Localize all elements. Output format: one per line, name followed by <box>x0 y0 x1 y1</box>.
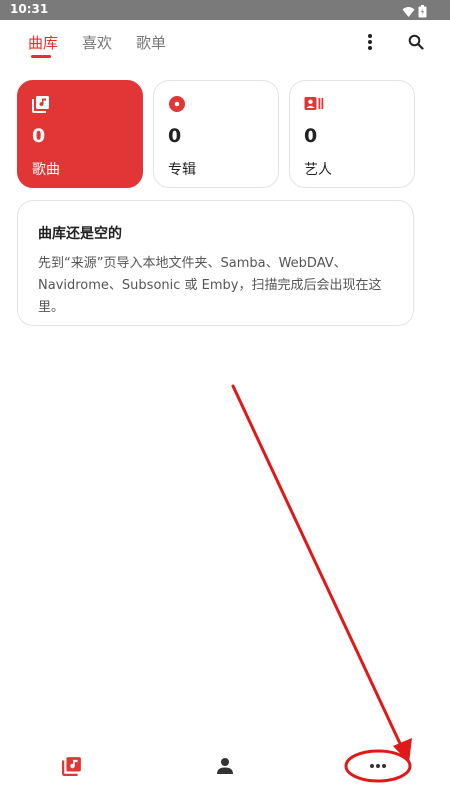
nav-more-icon[interactable] <box>364 752 392 780</box>
artists-label: 艺人 <box>304 162 332 178</box>
battery-icon <box>418 3 427 22</box>
music-library-icon <box>32 95 50 113</box>
disc-icon <box>168 95 186 113</box>
search-icon[interactable] <box>402 28 430 56</box>
more-vertical-icon[interactable] <box>356 28 384 56</box>
artists-count: 0 <box>304 125 318 147</box>
albums-label: 专辑 <box>168 162 196 178</box>
nav-person-icon[interactable] <box>211 752 239 780</box>
nav-library-icon[interactable] <box>58 752 86 780</box>
tab-playlists[interactable]: 歌单 <box>136 32 166 53</box>
artists-card[interactable]: 0 艺人 <box>289 80 415 188</box>
tab-favorites[interactable]: 喜欢 <box>82 32 112 53</box>
empty-library-title: 曲库还是空的 <box>38 226 122 242</box>
tab-indicator <box>31 55 51 58</box>
status-time: 10:31 <box>10 2 49 16</box>
status-bar: 10:31 <box>0 0 450 20</box>
empty-library-message: 先到“来源”页导入本地文件夹、Samba、WebDAV、Navidrome、Su… <box>38 256 382 315</box>
songs-label: 歌曲 <box>32 162 60 178</box>
songs-count: 0 <box>32 125 46 147</box>
songs-card[interactable]: 0 歌曲 <box>17 80 143 188</box>
empty-library-card: 曲库还是空的 先到“来源”页导入本地文件夹、Samba、WebDAV、Navid… <box>17 200 414 326</box>
albums-card[interactable]: 0 专辑 <box>153 80 279 188</box>
tab-library[interactable]: 曲库 <box>28 32 58 53</box>
wifi-icon <box>402 3 415 22</box>
albums-count: 0 <box>168 125 182 147</box>
artist-icon <box>304 95 324 113</box>
